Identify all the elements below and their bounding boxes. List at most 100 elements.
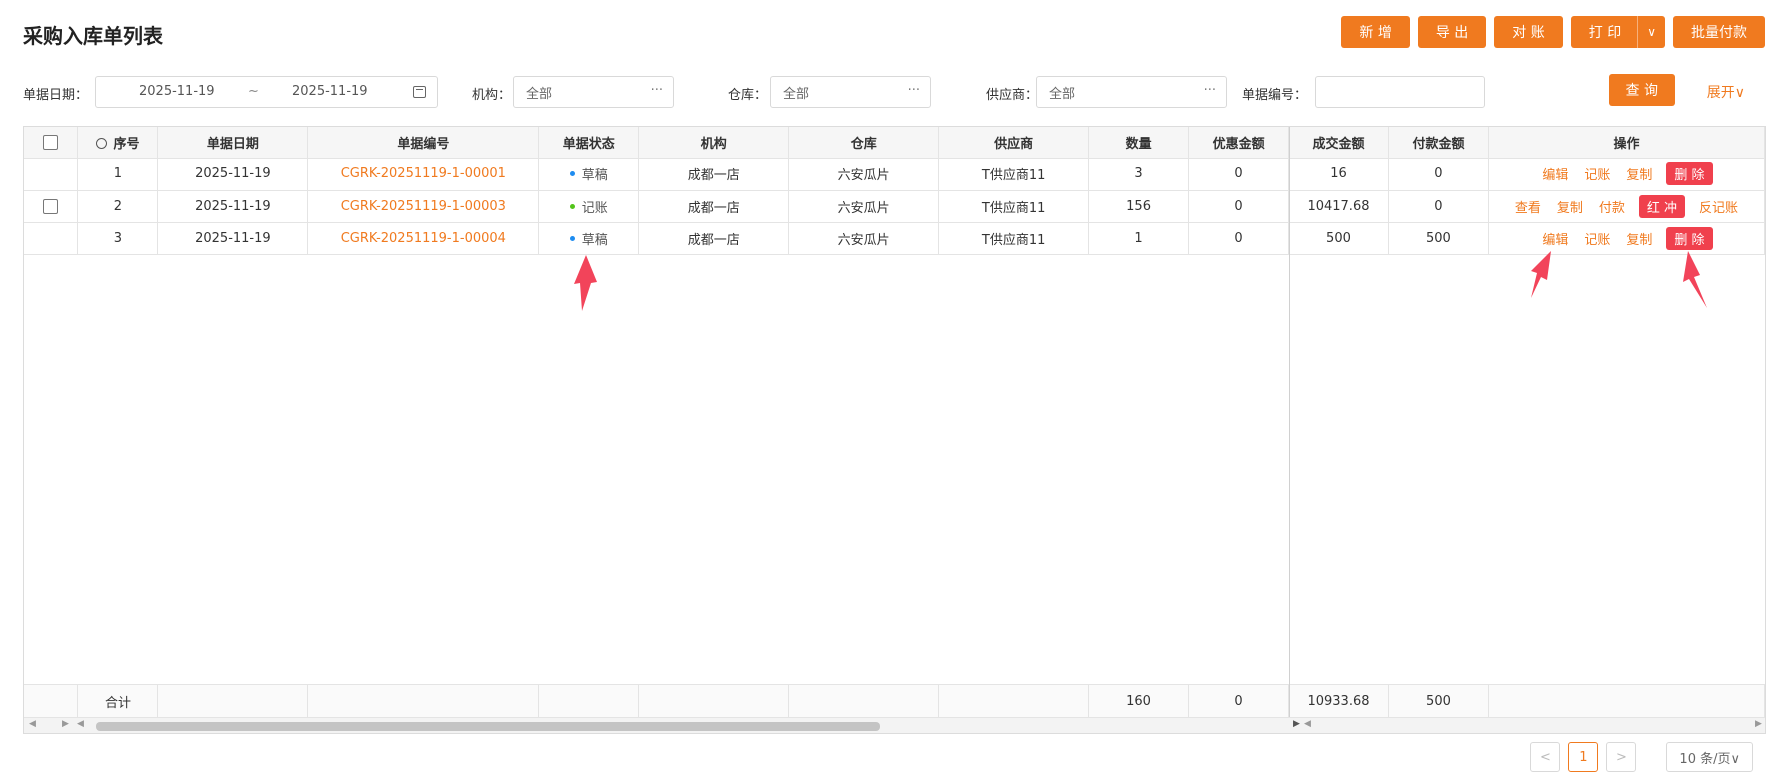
cell-supplier: T供应商11	[938, 222, 1090, 255]
row-select-cell[interactable]	[24, 158, 79, 191]
row-action-button[interactable]: 编辑	[1542, 233, 1568, 248]
cell-org-text: 成都一店	[687, 200, 740, 216]
cell-qty-text: 156	[1126, 198, 1151, 214]
cell-amount: 10417.68	[1288, 190, 1389, 223]
table-row[interactable]: 2 2025-11-19 CGRK-20251119-1-00003 记账 成都一店 六安…	[24, 190, 1766, 223]
cell-docno[interactable]: CGRK-20251119-1-00004	[307, 222, 540, 255]
prev-page-button[interactable]: <	[1530, 742, 1561, 772]
summary-label: 合计	[77, 684, 159, 718]
column-header-ops: 操作	[1488, 127, 1765, 159]
row-select-cell[interactable]	[24, 190, 79, 223]
cell-ops: 编辑 记账 复制删 除	[1488, 222, 1766, 255]
row-action-button[interactable]: 编辑	[1542, 168, 1568, 183]
cell-discount: 0	[1188, 158, 1289, 191]
scroll-right-icon[interactable]: ▶	[1293, 719, 1300, 729]
cell-no-text: 2	[113, 198, 123, 214]
table-row[interactable]: 3 2025-11-19 CGRK-20251119-1-00004 草稿 成都一店 六安…	[24, 222, 1766, 255]
scroll-left-icon[interactable]: ◀	[77, 719, 84, 729]
row-action-button[interactable]: 反记账	[1699, 201, 1738, 216]
print-dropdown-button[interactable]: ∨	[1637, 16, 1665, 48]
select-all-cell[interactable]	[24, 127, 79, 159]
cell-warehouse: 六安瓜片	[788, 222, 940, 255]
data-grid: 序号 单据日期 单据编号 单据状态 机构 仓库 供应商 数量 优惠金额 成交金额…	[23, 126, 1766, 734]
row-checkbox[interactable]	[43, 198, 59, 214]
cell-warehouse-text: 六安瓜片	[837, 200, 890, 216]
cell-paid-text: 0	[1434, 166, 1443, 182]
row-action-button[interactable]: 查看	[1515, 201, 1541, 216]
row-action-button[interactable]: 复制	[1557, 201, 1583, 216]
scrollbar-thumb[interactable]	[96, 722, 880, 731]
row-action-button[interactable]: 复制	[1626, 233, 1652, 248]
status-badge: 草稿	[581, 232, 608, 248]
reconcile-button[interactable]: 对 账	[1494, 16, 1563, 48]
page-size-select[interactable]: 10 条/页∨	[1666, 742, 1753, 772]
table-row[interactable]: 1 2025-11-19 CGRK-20251119-1-00001 草稿 成都一店 六安…	[24, 158, 1766, 191]
gear-icon[interactable]	[96, 137, 108, 149]
print-button-group: 打 印 ∨	[1570, 16, 1665, 48]
next-page-button[interactable]: >	[1606, 742, 1637, 772]
cell-discount: 0	[1188, 190, 1289, 223]
cell-qty-text: 1	[1134, 230, 1143, 246]
supplier-select[interactable]: 全部 ···	[1036, 76, 1227, 108]
page-title: 采购入库单列表	[23, 24, 163, 48]
cell-no: 3	[77, 222, 159, 255]
column-header-warehouse: 仓库	[788, 127, 940, 159]
add-button[interactable]: 新 增	[1341, 16, 1410, 48]
expand-filters-link[interactable]: 展开∨	[1707, 82, 1745, 102]
date-range-picker[interactable]: 2025-11-19 ~ 2025-11-19	[95, 76, 438, 108]
column-header-discount: 优惠金额	[1188, 127, 1290, 159]
cell-discount-text: 0	[1234, 166, 1243, 182]
cell-supplier-text: T供应商11	[981, 168, 1046, 184]
cell-date: 2025-11-19	[157, 190, 309, 223]
more-icon[interactable]: ···	[651, 83, 663, 98]
table-header: 序号 单据日期 单据编号 单据状态 机构 仓库 供应商 数量 优惠金额 成交金额…	[24, 127, 1765, 159]
cell-qty: 156	[1088, 190, 1190, 223]
query-button[interactable]: 查 询	[1608, 74, 1675, 106]
scroll-left-icon[interactable]: ◀	[29, 719, 36, 729]
cell-supplier-text: T供应商11	[981, 232, 1046, 248]
cell-qty: 3	[1088, 158, 1190, 191]
more-icon[interactable]: ···	[908, 83, 920, 98]
org-select[interactable]: 全部 ···	[513, 76, 674, 108]
summary-discount: 0	[1188, 684, 1289, 718]
warehouse-select[interactable]: 全部 ···	[770, 76, 931, 108]
column-header-qty: 数量	[1088, 127, 1190, 159]
export-button[interactable]: 导 出	[1417, 16, 1487, 48]
docno-input[interactable]	[1315, 76, 1485, 108]
cell-no-text: 3	[113, 230, 123, 246]
cell-docno-text[interactable]: CGRK-20251119-1-00003	[341, 199, 506, 214]
row-action-button[interactable]: 删 除	[1666, 162, 1713, 186]
select-all-checkbox[interactable]	[43, 134, 59, 150]
org-filter-label: 机构：	[472, 88, 512, 103]
date-end[interactable]: 2025-11-19	[292, 84, 368, 99]
column-header-date: 单据日期	[157, 127, 309, 159]
row-action-button[interactable]: 删 除	[1666, 226, 1713, 250]
scroll-right-icon[interactable]: ▶	[62, 719, 69, 729]
row-action-button[interactable]: 记账	[1584, 168, 1610, 183]
column-header-no[interactable]: 序号	[77, 127, 159, 159]
horizontal-scrollbar[interactable]: ◀ ▶ ◀ ▶ ◀ ▶	[24, 717, 1765, 733]
cell-docno-text[interactable]: CGRK-20251119-1-00004	[341, 231, 506, 246]
page-1-button[interactable]: 1	[1568, 742, 1599, 772]
row-action-button[interactable]: 红 冲	[1638, 194, 1686, 218]
calendar-icon[interactable]	[413, 86, 426, 98]
cell-paid: 0	[1388, 158, 1489, 191]
cell-paid: 500	[1388, 222, 1489, 255]
cell-docno[interactable]: CGRK-20251119-1-00001	[307, 158, 540, 191]
row-action-button[interactable]: 记账	[1584, 233, 1610, 248]
scroll-left-icon[interactable]: ◀	[1304, 719, 1311, 729]
scroll-right-icon[interactable]: ▶	[1755, 719, 1762, 729]
table-body: 1 2025-11-19 CGRK-20251119-1-00001 草稿 成都一店 六安…	[24, 158, 1766, 255]
print-button[interactable]: 打 印	[1570, 16, 1638, 48]
more-icon[interactable]: ···	[1204, 83, 1216, 98]
column-header-docno: 单据编号	[307, 127, 540, 159]
row-action-button[interactable]: 复制	[1626, 168, 1652, 183]
row-action-button[interactable]: 付款	[1599, 201, 1625, 216]
cell-docno-text[interactable]: CGRK-20251119-1-00001	[341, 166, 506, 181]
cell-docno[interactable]: CGRK-20251119-1-00003	[307, 190, 540, 223]
row-select-cell[interactable]	[24, 222, 79, 255]
column-header-amount: 成交金额	[1288, 127, 1390, 159]
batch-pay-button[interactable]: 批量付款	[1673, 16, 1765, 48]
date-start[interactable]: 2025-11-19	[139, 84, 215, 99]
cell-org-text: 成都一店	[687, 168, 740, 184]
